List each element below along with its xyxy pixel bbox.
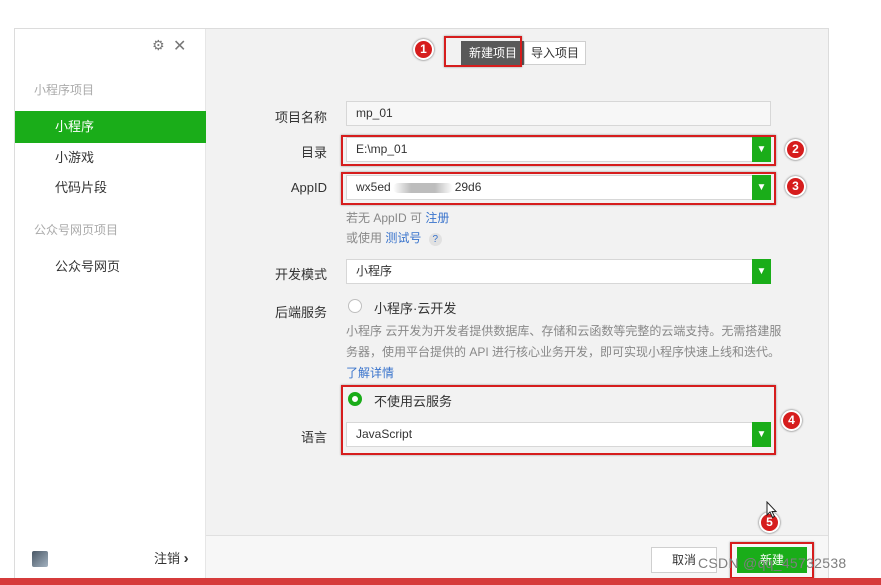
cloud-dev-description-text: 小程序 云开发为开发者提供数据库、存储和云函数等完整的云端支持。无需搭建服务器，…	[346, 324, 782, 359]
directory-label: 目录	[300, 145, 327, 160]
redaction-blur	[392, 182, 453, 193]
main-panel: 新建项目 导入项目 项目名称 mp_01 目录 E:\mp_01 ▼ AppID…	[206, 29, 828, 579]
annotation-badge-4: 4	[781, 410, 802, 431]
annotation-badge-3: 3	[785, 176, 806, 197]
settings-icon[interactable]: ⚙	[152, 37, 165, 54]
annotation-badge-1: 1	[413, 39, 434, 60]
backend-label: 后端服务	[274, 305, 327, 320]
dev-mode-value: 小程序	[356, 264, 393, 278]
directory-value: E:\mp_01	[356, 142, 408, 156]
appid-select[interactable]: wx5ed 29d6 ▼	[346, 175, 771, 200]
appid-label: AppID	[290, 180, 327, 195]
learn-more-link[interactable]: 了解详情	[346, 366, 394, 380]
logout-button[interactable]: 注销 ›	[154, 548, 189, 567]
sidebar: ⚙ ✕ 小程序项目 小程序 小游戏 代码片段 公众号网页项目 公众号网页 注销 …	[15, 29, 206, 579]
annotation-badge-2: 2	[785, 139, 806, 160]
help-icon[interactable]: ?	[428, 233, 442, 246]
appid-register-hint: 若无 AppID 可 注册	[346, 209, 449, 226]
no-cloud-option-label: 不使用云服务	[374, 394, 453, 409]
cloud-dev-radio[interactable]	[348, 299, 362, 313]
sidebar-item-code-snippet[interactable]: 代码片段	[15, 172, 206, 204]
tab-new-project[interactable]: 新建项目	[461, 41, 525, 65]
sidebar-section-miniprogram: 小程序项目	[34, 83, 95, 97]
appid-value-suffix: 29d6	[454, 180, 482, 194]
chevron-down-icon[interactable]: ▼	[752, 137, 771, 162]
dev-mode-select[interactable]: 小程序 ▼	[346, 259, 771, 284]
dev-mode-label: 开发模式	[274, 267, 327, 282]
new-project-window: ⚙ ✕ 小程序项目 小程序 小游戏 代码片段 公众号网页项目 公众号网页 注销 …	[14, 28, 829, 580]
project-name-input[interactable]: mp_01	[346, 101, 771, 126]
project-name-label: 项目名称	[274, 110, 327, 125]
test-hint-text: 或使用	[346, 231, 383, 245]
mouse-cursor-icon	[766, 501, 778, 519]
tab-import-project[interactable]: 导入项目	[524, 41, 586, 65]
cloud-dev-option-label: 小程序·云开发	[374, 301, 457, 316]
watermark: CSDN @qq_45732538	[698, 555, 847, 571]
test-account-link[interactable]: 测试号	[385, 231, 421, 245]
register-hint-text: 若无 AppID 可	[346, 211, 423, 225]
avatar	[32, 551, 48, 567]
chevron-down-icon[interactable]: ▼	[752, 259, 771, 284]
language-select[interactable]: JavaScript ▼	[346, 422, 771, 447]
test-account-hint: 或使用 测试号 ?	[346, 229, 442, 246]
bottom-border	[0, 578, 881, 585]
sidebar-item-minigame[interactable]: 小游戏	[15, 142, 206, 174]
chevron-right-icon: ›	[183, 550, 189, 567]
language-value: JavaScript	[356, 427, 413, 441]
no-cloud-radio[interactable]	[348, 392, 362, 406]
sidebar-item-official-web[interactable]: 公众号网页	[15, 251, 206, 283]
sidebar-item-miniprogram[interactable]: 小程序	[15, 111, 206, 143]
cloud-dev-description: 小程序 云开发为开发者提供数据库、存储和云函数等完整的云端支持。无需搭建服务器，…	[346, 321, 786, 384]
appid-value-prefix: wx5ed	[356, 180, 391, 194]
chevron-down-icon[interactable]: ▼	[752, 422, 771, 447]
chevron-down-icon[interactable]: ▼	[752, 175, 771, 200]
sidebar-section-official: 公众号网页项目	[34, 223, 119, 237]
language-label: 语言	[300, 430, 327, 445]
close-icon[interactable]: ✕	[173, 36, 186, 56]
directory-select[interactable]: E:\mp_01 ▼	[346, 137, 771, 162]
register-link[interactable]: 注册	[425, 211, 449, 225]
logout-label: 注销	[154, 551, 181, 566]
